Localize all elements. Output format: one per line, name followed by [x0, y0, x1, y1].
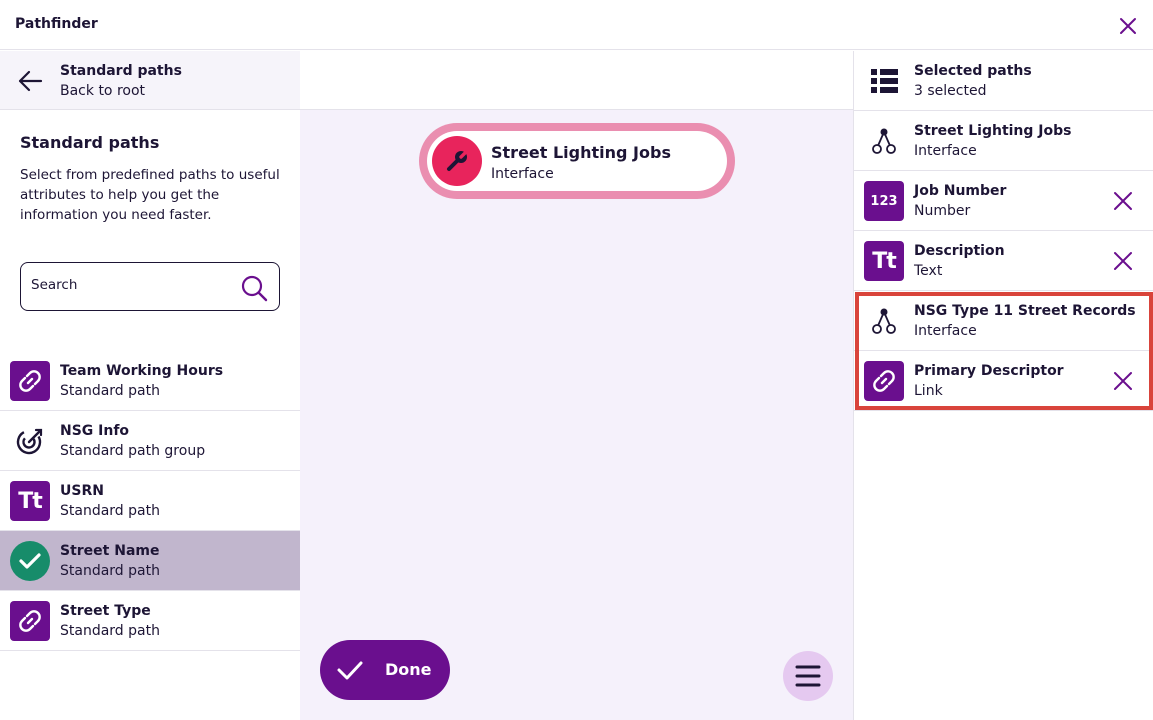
target-icon [16, 428, 43, 455]
selected-item-primary-descriptor[interactable]: Primary Descriptor Link [854, 351, 1153, 411]
back-to-root-button[interactable]: Standard paths Back to root [0, 51, 300, 110]
wrench-icon [432, 136, 482, 186]
title-bar: Pathfinder [0, 0, 1153, 50]
done-button[interactable]: Done [320, 640, 450, 700]
done-label: Done [385, 660, 432, 679]
selected-paths-panel: Selected paths 3 selected Street Lightin… [853, 51, 1153, 720]
item-title: Job Number [914, 183, 1007, 199]
list-item-street-type[interactable]: Street Type Standard path [0, 591, 300, 651]
item-title: Street Name [60, 543, 160, 559]
item-subtitle: Text [914, 263, 943, 279]
item-subtitle: Standard path [60, 623, 160, 639]
selected-paths-header: Selected paths 3 selected [854, 51, 1153, 111]
selected-count: 3 selected [914, 83, 987, 99]
hamburger-icon [795, 665, 821, 687]
list-icon [871, 69, 898, 93]
selected-paths-title: Selected paths [914, 63, 1032, 79]
check-circle-icon [10, 541, 50, 581]
selected-item-job-number[interactable]: 123 Job Number Number [854, 171, 1153, 231]
node-subtitle: Interface [491, 166, 554, 182]
remove-icon[interactable] [1111, 189, 1135, 213]
search-box [20, 262, 280, 311]
item-subtitle: Interface [914, 323, 977, 339]
close-icon[interactable] [1116, 14, 1140, 38]
back-title: Standard paths [60, 63, 182, 79]
item-title: Team Working Hours [60, 363, 224, 379]
text-icon: Tt [10, 481, 50, 521]
item-subtitle: Number [914, 203, 971, 219]
path-canvas: Street Lighting Jobs Interface Done [300, 51, 853, 720]
item-title: Description [914, 243, 1005, 259]
check-icon [337, 661, 363, 680]
link-icon [10, 361, 50, 401]
standard-paths-panel: Standard paths Back to root Standard pat… [0, 51, 300, 720]
link-icon [864, 361, 904, 401]
item-subtitle: Interface [914, 143, 977, 159]
item-subtitle: Link [914, 383, 943, 399]
standard-path-list: Team Working Hours Standard path NSG Inf… [0, 351, 300, 651]
text-icon: Tt [864, 241, 904, 281]
interface-icon [872, 128, 896, 154]
item-title: NSG Info [60, 423, 130, 439]
text-icon-glyph: Tt [872, 248, 897, 274]
interface-icon [872, 308, 896, 334]
search-icon[interactable] [240, 274, 268, 302]
node-title: Street Lighting Jobs [491, 143, 671, 162]
list-item-nsg-info[interactable]: NSG Info Standard path group [0, 411, 300, 471]
item-title: USRN [60, 483, 104, 499]
remove-icon[interactable] [1111, 369, 1135, 393]
item-subtitle: Standard path [60, 503, 160, 519]
root-node-street-lighting-jobs[interactable]: Street Lighting Jobs Interface [419, 123, 735, 199]
search-input[interactable] [31, 277, 231, 293]
number-icon-glyph: 123 [870, 193, 898, 209]
arrow-left-icon [18, 70, 43, 92]
selected-item-street-lighting-jobs[interactable]: Street Lighting Jobs Interface [854, 111, 1153, 171]
text-icon-glyph: Tt [18, 488, 43, 514]
back-subtitle: Back to root [60, 83, 146, 99]
panel-heading: Standard paths [20, 133, 160, 152]
pathfinder-window: Pathfinder Standard paths Back to root S… [0, 0, 1153, 720]
list-item-usrn[interactable]: Tt USRN Standard path [0, 471, 300, 531]
remove-icon[interactable] [1111, 249, 1135, 273]
panel-description: Select from predefined paths to useful a… [20, 167, 280, 223]
canvas-header [300, 51, 853, 110]
selected-item-description[interactable]: Tt Description Text [854, 231, 1153, 291]
menu-button[interactable] [783, 651, 833, 701]
item-title: Street Lighting Jobs [914, 123, 1072, 139]
item-title: Street Type [60, 603, 151, 619]
item-title: NSG Type 11 Street Records [914, 303, 1136, 319]
list-item-street-name[interactable]: Street Name Standard path [0, 531, 300, 591]
number-icon: 123 [864, 181, 904, 221]
node-body: Street Lighting Jobs Interface [427, 131, 727, 191]
item-subtitle: Standard path [60, 563, 160, 579]
item-subtitle: Standard path [60, 383, 160, 399]
selected-item-nsg-type-11[interactable]: NSG Type 11 Street Records Interface [854, 291, 1153, 351]
list-item-team-working-hours[interactable]: Team Working Hours Standard path [0, 351, 300, 411]
window-title: Pathfinder [15, 16, 98, 32]
link-icon [10, 601, 50, 641]
item-subtitle: Standard path group [60, 443, 206, 459]
item-title: Primary Descriptor [914, 363, 1064, 379]
